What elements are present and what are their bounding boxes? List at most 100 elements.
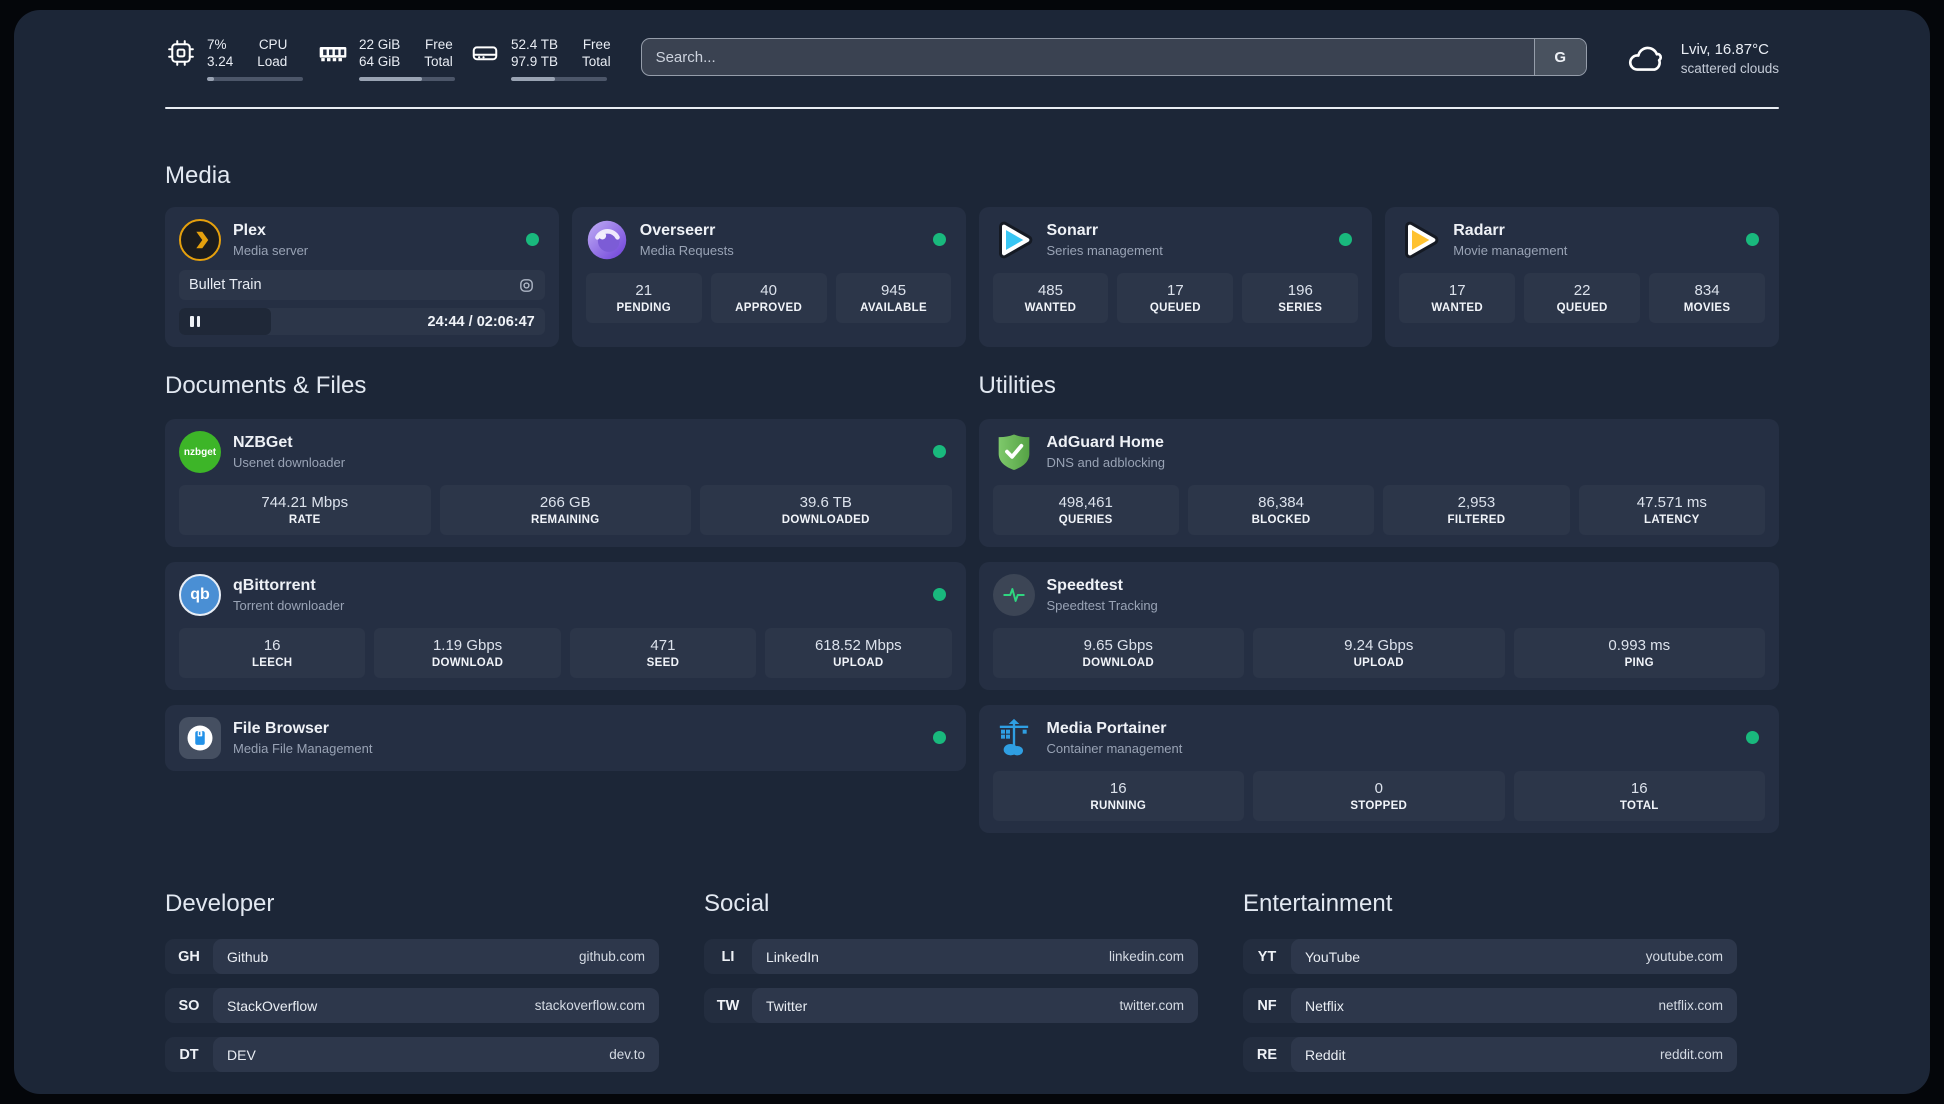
stat-running: 16 RUNNING bbox=[992, 771, 1244, 821]
app-desc: Series management bbox=[1046, 243, 1163, 258]
load-label: Load bbox=[257, 54, 288, 69]
stat-download: 9.65 Gbps DOWNLOAD bbox=[992, 628, 1244, 678]
adguard-icon bbox=[993, 431, 1035, 473]
link-linkedin[interactable]: LI LinkedIn linkedin.com bbox=[704, 939, 1198, 974]
plex-card[interactable]: Plex Media server Bullet Train 24:44 / 0… bbox=[165, 207, 559, 347]
status-dot bbox=[1746, 731, 1759, 744]
section-title-documents: Documents & Files bbox=[165, 372, 367, 399]
link-stackoverflow[interactable]: SO StackOverflow stackoverflow.com bbox=[165, 988, 659, 1023]
memory-free-label: Free bbox=[425, 37, 453, 52]
stat-queries: 498,461 QUERIES bbox=[992, 485, 1179, 535]
link-url: youtube.com bbox=[1645, 949, 1723, 964]
sonarr-card[interactable]: Sonarr Series management 485 WANTED 17 QUE… bbox=[978, 207, 1373, 347]
disk-total-label: Total bbox=[582, 54, 611, 69]
search-bar[interactable]: G bbox=[640, 38, 1587, 76]
google-search-button[interactable]: G bbox=[1533, 39, 1586, 75]
radarr-card[interactable]: Radarr Movie management 17 WANTED 22 QUEUE… bbox=[1385, 207, 1779, 347]
link-url: reddit.com bbox=[1659, 1047, 1723, 1062]
link-name: Netflix bbox=[1305, 997, 1344, 1014]
link-tag: LI bbox=[721, 948, 735, 965]
app-name: Media Portainer bbox=[1046, 720, 1167, 737]
qbittorrent-card[interactable]: qb qBittorrent Torrent downloader 16 LEEC… bbox=[165, 562, 966, 690]
link-youtube[interactable]: YT YouTube youtube.com bbox=[1243, 939, 1737, 974]
playback-time: 24:44 / 02:06:47 bbox=[427, 313, 535, 330]
link-github[interactable]: GH Github github.com bbox=[165, 939, 659, 974]
sonarr-icon bbox=[993, 219, 1035, 261]
adguard-card[interactable]: AdGuard Home DNS and adblocking 498,461 Q… bbox=[978, 419, 1779, 547]
link-url: linkedin.com bbox=[1108, 949, 1184, 964]
stat-movies: 834 MOVIES bbox=[1649, 273, 1765, 323]
app-desc: Usenet downloader bbox=[233, 455, 346, 470]
memory-widget: 22 GiB 64 GiB Free Total bbox=[317, 36, 455, 81]
stat-filtered: 2,953 FILTERED bbox=[1383, 485, 1570, 535]
cpu-progress-bar bbox=[207, 77, 303, 81]
nzbget-card[interactable]: nzbget NZBGet Usenet downloader 744.21 M… bbox=[165, 419, 966, 547]
media-session-icon[interactable] bbox=[518, 277, 535, 294]
pause-icon[interactable] bbox=[179, 308, 271, 335]
now-playing-title: Bullet Train bbox=[189, 277, 262, 293]
link-tag: SO bbox=[178, 997, 200, 1014]
disk-free-label: Free bbox=[582, 37, 611, 52]
weather-condition: scattered clouds bbox=[1680, 61, 1779, 76]
cpu-percent: 7% bbox=[207, 37, 227, 52]
status-dot bbox=[1746, 233, 1759, 246]
utilities-column: Utilities AdGuard Home DNS and adblockin… bbox=[978, 371, 1779, 833]
stat-total: 16 TOTAL bbox=[1513, 771, 1765, 821]
app-name: Overseerr bbox=[639, 222, 716, 239]
link-name: StackOverflow bbox=[227, 997, 318, 1014]
speedtest-card[interactable]: Speedtest Speedtest Tracking 9.65 Gbps DO… bbox=[978, 562, 1779, 690]
link-tag: GH bbox=[178, 948, 200, 965]
status-dot bbox=[932, 588, 946, 601]
link-url: github.com bbox=[578, 949, 645, 964]
status-dot bbox=[932, 233, 946, 246]
dashboard-panel: 7% 3.24 CPU Load 22 GiB 64 GiB Free Tota… bbox=[14, 10, 1930, 1094]
link-reddit[interactable]: RE Reddit reddit.com bbox=[1243, 1037, 1737, 1072]
nzbget-icon: nzbget bbox=[179, 431, 221, 473]
link-name: Github bbox=[227, 948, 269, 965]
link-tag: NF bbox=[1257, 997, 1277, 1014]
stat-blocked: 86,384 BLOCKED bbox=[1187, 485, 1375, 535]
link-twitter[interactable]: TW Twitter twitter.com bbox=[704, 988, 1198, 1023]
status-dot bbox=[932, 445, 946, 458]
stat-upload: 618.52 Mbps UPLOAD bbox=[765, 628, 952, 678]
overseerr-card[interactable]: Overseerr Media Requests 21 PENDING 40 APP… bbox=[571, 207, 966, 347]
documents-column: Documents & Files nzbget NZBGet Usenet d… bbox=[165, 371, 966, 833]
app-desc: Media Requests bbox=[639, 243, 734, 258]
link-name: LinkedIn bbox=[766, 948, 819, 965]
stat-seed: 471 SEED bbox=[569, 628, 757, 678]
stat-stopped: 0 STOPPED bbox=[1253, 771, 1505, 821]
cpu-label: CPU bbox=[258, 37, 288, 52]
stat-downloaded: 39.6 TB DOWNLOADED bbox=[700, 485, 952, 535]
filebrowser-card[interactable]: File Browser Media File Management bbox=[165, 705, 966, 771]
app-name: Sonarr bbox=[1046, 222, 1099, 239]
app-desc: Movie management bbox=[1453, 243, 1568, 258]
link-tag: TW bbox=[716, 997, 740, 1014]
section-title-utilities: Utilities bbox=[978, 372, 1056, 399]
stat-series: 196 SERIES bbox=[1242, 273, 1359, 323]
stat-available: 945 AVAILABLE bbox=[835, 273, 952, 323]
stat-download: 1.19 Gbps DOWNLOAD bbox=[374, 628, 561, 678]
stat-wanted: 17 WANTED bbox=[1399, 273, 1516, 323]
link-netflix[interactable]: NF Netflix netflix.com bbox=[1243, 988, 1737, 1023]
weather-location: Lviv, 16.87°C bbox=[1680, 41, 1769, 58]
link-url: netflix.com bbox=[1658, 998, 1723, 1013]
link-tag: YT bbox=[1257, 948, 1277, 965]
section-title-social: Social bbox=[704, 890, 770, 917]
app-desc: Speedtest Tracking bbox=[1046, 598, 1158, 613]
section-title-developer: Developer bbox=[165, 890, 275, 917]
cpu-load-value: 3.24 bbox=[207, 54, 234, 69]
header-divider bbox=[165, 107, 1779, 109]
app-name: Plex bbox=[233, 222, 266, 239]
memory-progress-bar bbox=[359, 77, 455, 81]
stat-ping: 0.993 ms PING bbox=[1513, 628, 1765, 678]
search-input[interactable] bbox=[641, 39, 1534, 75]
app-desc: Torrent downloader bbox=[233, 598, 345, 613]
filebrowser-icon bbox=[179, 717, 221, 759]
link-name: Reddit bbox=[1305, 1046, 1346, 1063]
app-name: Radarr bbox=[1453, 222, 1505, 239]
portainer-card[interactable]: Media Portainer Container management 16 R… bbox=[978, 705, 1779, 833]
header: 7% 3.24 CPU Load 22 GiB 64 GiB Free Tota… bbox=[165, 36, 1779, 81]
memory-free-value: 22 GiB bbox=[359, 37, 401, 52]
link-dev[interactable]: DT DEV dev.to bbox=[165, 1037, 659, 1072]
app-name: NZBGet bbox=[233, 434, 293, 451]
